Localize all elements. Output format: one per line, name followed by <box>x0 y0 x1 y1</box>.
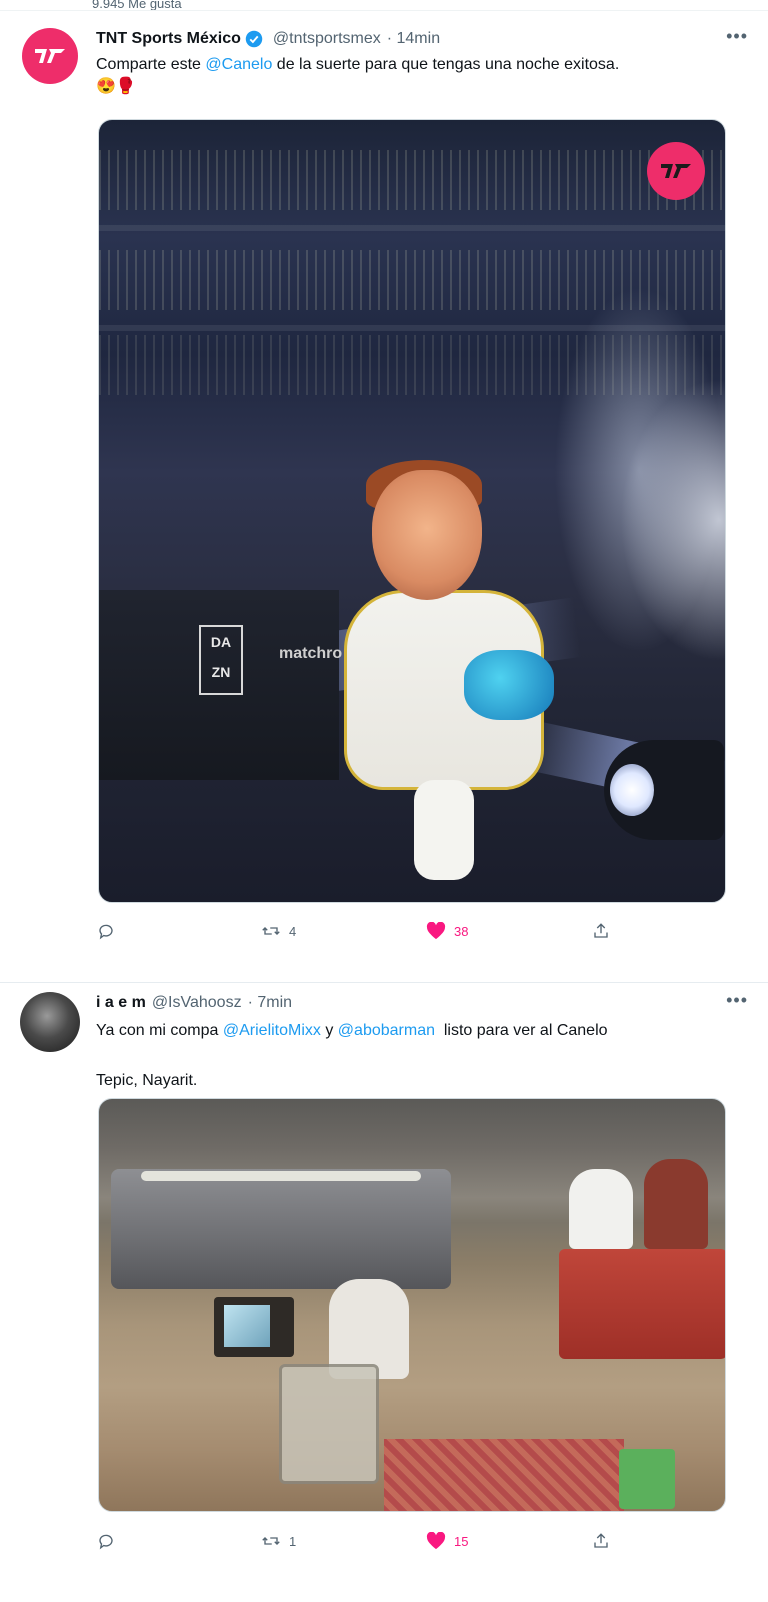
tweet-actions: 1 15 <box>96 1530 658 1552</box>
tweet-text-part: Ya con mi compa <box>96 1022 223 1039</box>
like-count: 15 <box>454 1533 469 1549</box>
tweet-text-part: de la suerte para que tengas una noche e… <box>272 56 620 73</box>
share-button[interactable] <box>591 1531 611 1551</box>
dazn-logo: DA ZN <box>199 625 243 695</box>
head <box>372 470 482 600</box>
boxing-glove <box>464 650 554 720</box>
avatar[interactable] <box>22 28 78 84</box>
crowd-lights <box>99 150 725 210</box>
divider <box>0 10 768 11</box>
retweet-button[interactable]: 4 <box>261 921 426 941</box>
legs <box>414 780 474 880</box>
avatar[interactable] <box>20 992 80 1052</box>
like-button[interactable]: 15 <box>426 1531 591 1551</box>
mention-link[interactable]: @ArielitoMixx <box>223 1022 321 1039</box>
tweet-image[interactable]: DA ZN matchro <box>98 119 726 903</box>
heart-icon <box>426 1531 446 1551</box>
sign-text: matchro <box>279 645 343 662</box>
user-handle[interactable]: @IsVahoosz <box>152 994 242 1012</box>
reply-icon <box>96 1531 116 1551</box>
share-icon <box>591 1531 611 1551</box>
television <box>214 1297 294 1357</box>
tweet-tnt-sports[interactable]: TNT Sports México @tntsportsmex · 14min … <box>0 12 768 982</box>
share-button[interactable] <box>591 921 611 941</box>
tweet-text: Ya con mi compa @ArielitoMixx y @abobarm… <box>96 1020 738 1042</box>
tweet-actions: 4 38 <box>96 920 658 942</box>
tweet-iaem[interactable]: i a e m @IsVahoosz · 7min ••• Ya con mi … <box>0 984 768 1602</box>
retweet-button[interactable]: 1 <box>261 1531 426 1551</box>
divider <box>0 982 768 983</box>
tweet-text-part: listo para ver al Canelo <box>434 1022 608 1039</box>
more-options-icon[interactable]: ••• <box>726 990 748 1011</box>
display-name[interactable]: i a e m <box>96 994 146 1012</box>
stadium-tier <box>99 325 725 331</box>
reply-button[interactable] <box>96 921 261 941</box>
tnt-logo-icon <box>35 49 65 63</box>
person <box>569 1169 633 1249</box>
emoji-icons: 😍🥊 <box>96 78 136 95</box>
user-handle[interactable]: @tntsportsmex <box>273 30 381 48</box>
share-icon <box>591 921 611 941</box>
boxer-figure <box>344 450 564 890</box>
tweet-header: TNT Sports México @tntsportsmex · 14min … <box>96 26 748 50</box>
reply-icon <box>96 921 116 941</box>
tweet-text-part: Comparte este <box>96 56 206 73</box>
stage-spotlight <box>604 740 724 840</box>
crowd-lights <box>99 335 725 395</box>
pickup-truck <box>559 1249 725 1359</box>
mention-link[interactable]: @Canelo <box>205 56 272 73</box>
tweet-text-part: y <box>320 1022 338 1039</box>
tweet-header: i a e m @IsVahoosz · 7min ••• <box>96 990 748 1014</box>
mention-link[interactable]: @abobarman <box>338 1022 435 1039</box>
tweet-image[interactable] <box>98 1098 726 1512</box>
person <box>644 1159 708 1249</box>
like-count: 38 <box>454 923 469 939</box>
verified-badge-icon <box>245 30 263 48</box>
tweet-text: Comparte este @Canelo de la suerte para … <box>96 54 738 98</box>
timestamp[interactable]: · 7min <box>248 994 292 1012</box>
retweet-count: 1 <box>289 1533 297 1549</box>
reply-button[interactable] <box>96 1531 261 1551</box>
retweet-icon <box>261 921 281 941</box>
timestamp[interactable]: · 14min <box>387 30 440 48</box>
tnt-watermark-icon <box>647 142 705 200</box>
tweet-location-text: Tepic, Nayarit. <box>96 1072 198 1089</box>
retweet-count: 4 <box>289 923 297 939</box>
stadium <box>111 1169 451 1289</box>
cooler <box>619 1449 675 1509</box>
crowd-lights <box>99 250 725 310</box>
retweet-icon <box>261 1531 281 1551</box>
heart-icon <box>426 921 446 941</box>
folding-chair <box>279 1364 379 1484</box>
stadium-tier <box>99 225 725 231</box>
display-name[interactable]: TNT Sports México <box>96 30 241 48</box>
blanket <box>384 1439 624 1511</box>
like-button[interactable]: 38 <box>426 921 591 941</box>
more-options-icon[interactable]: ••• <box>726 26 748 47</box>
